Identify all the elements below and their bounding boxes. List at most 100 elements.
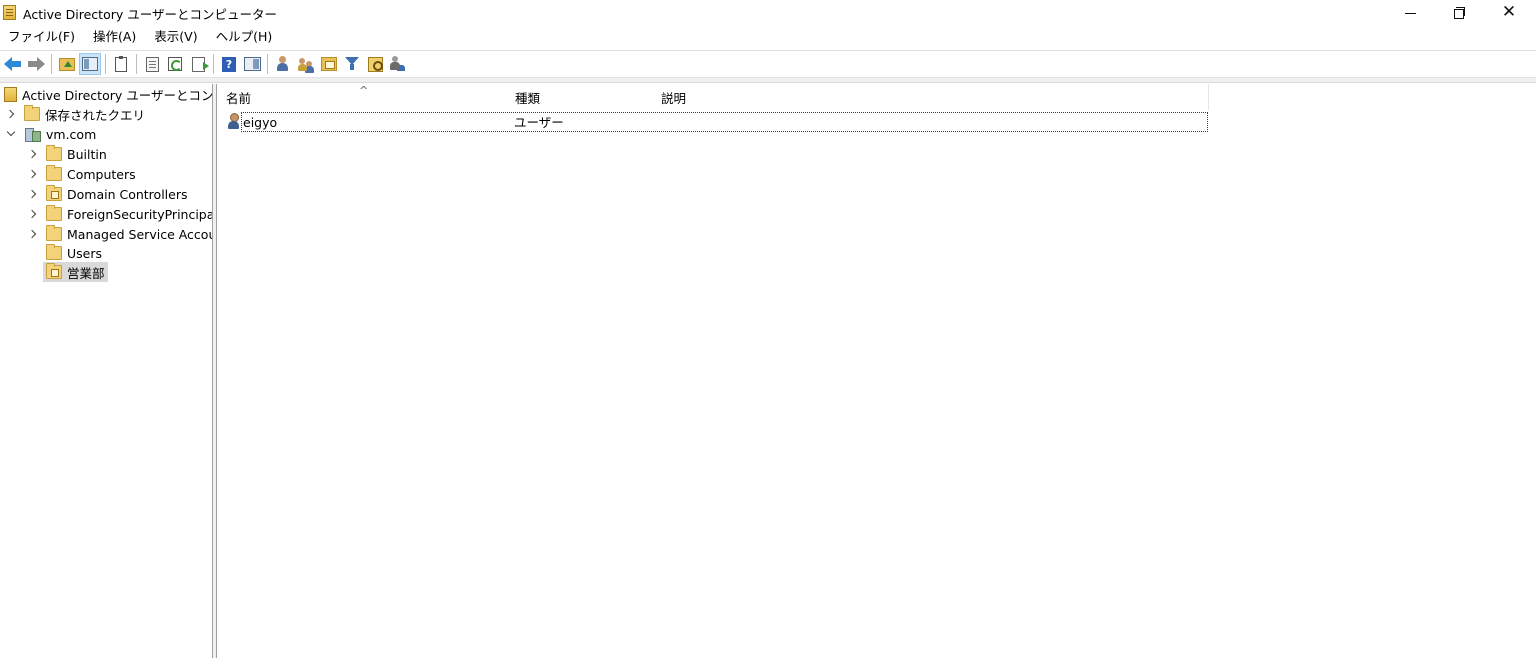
export-icon <box>191 56 209 72</box>
up-one-level-icon <box>59 57 75 71</box>
toolbar-separator <box>51 54 52 74</box>
create-ou-icon <box>321 57 337 71</box>
tree-item-saved-queries[interactable]: 保存されたクエリ <box>24 104 145 124</box>
column-divider[interactable] <box>1208 84 1209 110</box>
menu-help[interactable]: ヘルプ(H) <box>207 26 282 48</box>
properties-icon <box>115 55 127 72</box>
filter-button[interactable] <box>341 53 363 75</box>
toolbar-separator <box>267 54 268 74</box>
column-header-label: 種類 <box>515 90 541 106</box>
export-list-button[interactable] <box>141 53 163 75</box>
show-hide-console-tree-icon <box>82 57 98 71</box>
menu-bar: ファイル(F) 操作(A) 表示(V) ヘルプ(H) <box>0 25 1536 49</box>
tree-item-label: vm.com <box>46 126 97 142</box>
tree-item-builtin[interactable]: Builtin <box>46 144 107 164</box>
sort-ascending-icon: ^ <box>359 84 369 97</box>
menu-file[interactable]: ファイル(F) <box>0 26 84 48</box>
folder-icon <box>46 165 62 181</box>
folder-icon <box>46 244 62 260</box>
properties-button[interactable] <box>110 53 132 75</box>
create-user-button[interactable] <box>272 53 294 75</box>
console-tree: Active Directory ユーザーとコンピュ- 保存されたクエリ vm.… <box>0 84 213 658</box>
organizational-unit-icon <box>46 263 62 279</box>
chevron-right-icon <box>5 109 14 119</box>
chevron-right-icon <box>27 169 36 179</box>
cell-name: eigyo <box>243 115 278 130</box>
folder-icon <box>46 145 62 161</box>
create-user-icon <box>275 56 291 72</box>
expand-builtin[interactable] <box>27 149 38 159</box>
create-ou-button[interactable] <box>318 53 340 75</box>
toolbar-separator <box>105 54 106 74</box>
tree-item-label: Domain Controllers <box>67 186 188 202</box>
tree-item-users[interactable]: Users <box>46 243 102 263</box>
folder-icon <box>24 105 40 121</box>
organizational-unit-icon <box>46 185 62 201</box>
back-arrow-icon <box>4 57 22 71</box>
tree-item-domain-controllers[interactable]: Domain Controllers <box>46 184 187 204</box>
close-button[interactable]: ✕ <box>1486 0 1532 25</box>
show-hide-console-tree-button[interactable] <box>79 53 101 75</box>
toolbar-divider <box>0 77 1536 83</box>
tree-item-managed-service-accounts[interactable]: Managed Service Accour <box>46 224 213 244</box>
collapse-domain[interactable] <box>6 127 16 139</box>
window-title: Active Directory ユーザーとコンピューター <box>23 7 277 22</box>
create-group-button[interactable] <box>295 53 317 75</box>
toolbar-separator <box>136 54 137 74</box>
restore-button[interactable] <box>1436 0 1482 25</box>
forward-button[interactable] <box>25 53 47 75</box>
column-header-description[interactable]: 説明 <box>653 84 1208 110</box>
back-button[interactable] <box>2 53 24 75</box>
tree-item-label: 営業部 <box>67 265 105 281</box>
table-row[interactable]: eigyo ユーザー <box>241 112 1208 132</box>
help-icon: ? <box>222 56 236 72</box>
refresh-button[interactable] <box>164 53 186 75</box>
column-header-type[interactable]: 種類 <box>507 84 653 110</box>
pane-splitter[interactable] <box>212 84 217 658</box>
show-hide-action-pane-button[interactable] <box>241 53 263 75</box>
tree-item-label: ForeignSecurityPrincipals <box>67 206 213 222</box>
expand-foreign-security-principals[interactable] <box>27 209 38 219</box>
column-header-name[interactable]: 名前 ^ <box>218 84 507 110</box>
help-button[interactable]: ? <box>218 53 240 75</box>
chevron-right-icon <box>27 149 36 159</box>
title-bar: Active Directory ユーザーとコンピューター ✕ <box>0 0 1536 25</box>
user-icon <box>226 113 241 130</box>
active-directory-root-icon <box>4 86 17 102</box>
create-group-icon <box>297 56 315 72</box>
refresh-icon <box>168 57 182 71</box>
folder-icon <box>46 205 62 221</box>
add-to-group-button[interactable] <box>387 53 409 75</box>
toolbar-separator <box>213 54 214 74</box>
tree-root[interactable]: Active Directory ユーザーとコンピュ- <box>4 84 213 104</box>
column-header-label: 説明 <box>661 90 687 106</box>
restore-icon <box>1453 7 1465 19</box>
chevron-right-icon <box>27 209 36 219</box>
tree-root-label: Active Directory ユーザーとコンピュ- <box>22 87 213 103</box>
find-button[interactable] <box>364 53 386 75</box>
expand-managed-service-accounts[interactable] <box>27 229 38 239</box>
tree-item-label: Builtin <box>67 146 107 162</box>
expand-saved-queries[interactable] <box>5 109 16 119</box>
tree-item-label: 保存されたクエリ <box>45 107 146 123</box>
export-button[interactable] <box>187 53 209 75</box>
find-icon <box>367 56 383 72</box>
export-list-icon <box>145 56 159 72</box>
menu-action[interactable]: 操作(A) <box>84 26 145 48</box>
tree-item-computers[interactable]: Computers <box>46 164 136 184</box>
show-hide-action-pane-icon <box>243 57 261 71</box>
expand-domain-controllers[interactable] <box>27 189 38 199</box>
chevron-right-icon <box>27 229 36 239</box>
minimize-icon <box>1404 13 1416 14</box>
active-directory-app-icon <box>3 5 16 20</box>
tree-item-label: Managed Service Accour <box>67 226 213 242</box>
tree-item-domain[interactable]: vm.com <box>24 124 96 144</box>
details-list: 名前 ^ 種類 説明 eigyo ユーザー <box>218 84 1536 658</box>
expand-computers[interactable] <box>27 169 38 179</box>
menu-view[interactable]: 表示(V) <box>145 26 206 48</box>
up-one-level-button[interactable] <box>56 53 78 75</box>
tree-item-sales-ou[interactable]: 営業部 <box>43 262 108 282</box>
minimize-button[interactable] <box>1387 0 1433 25</box>
tree-item-foreign-security-principals[interactable]: ForeignSecurityPrincipals <box>46 204 213 224</box>
tree-item-label: Computers <box>67 166 136 182</box>
